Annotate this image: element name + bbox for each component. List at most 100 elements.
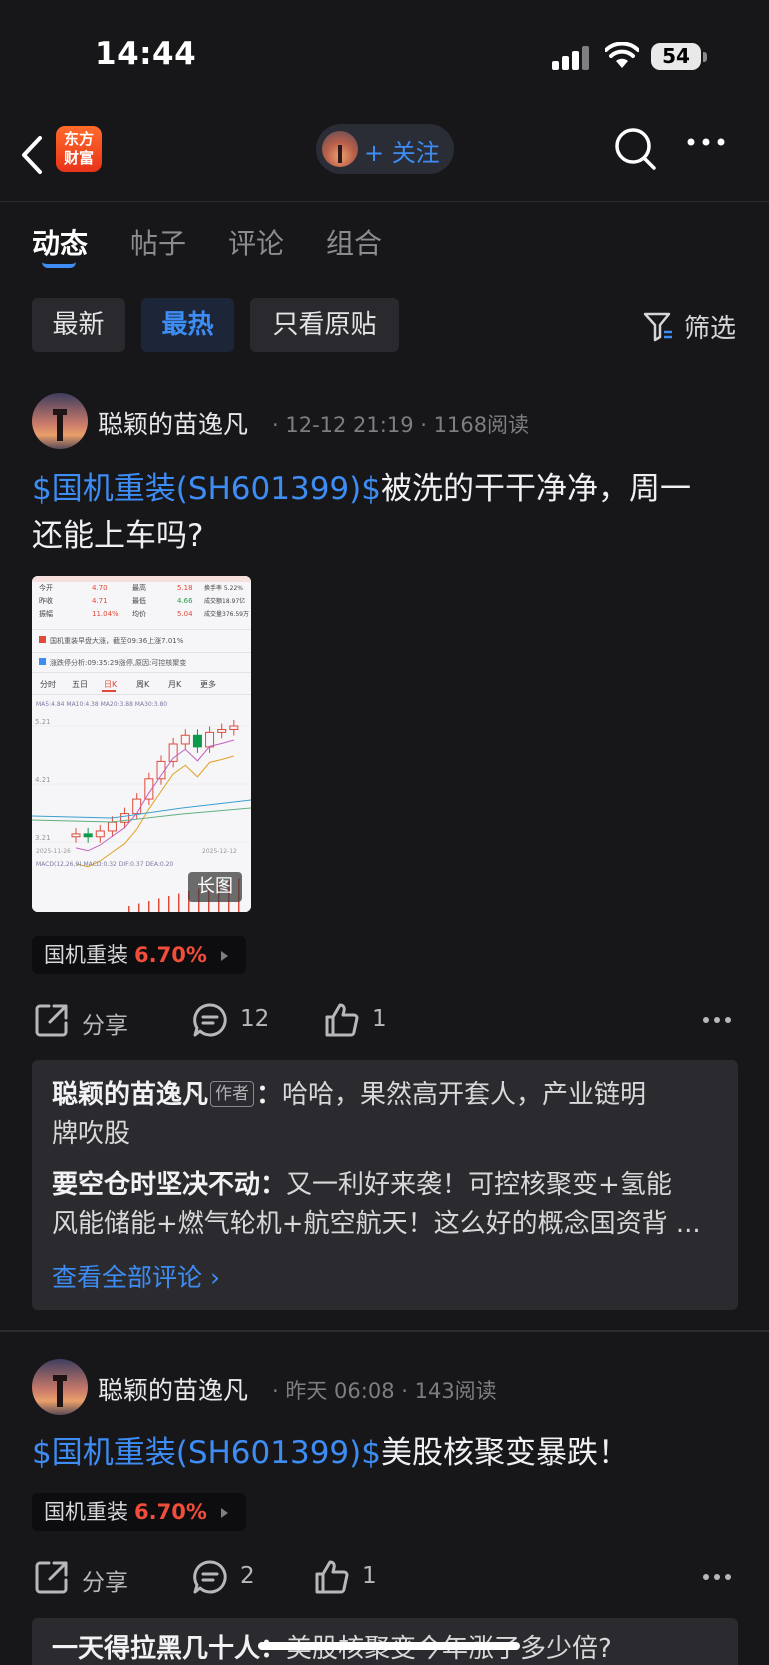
share-icon [35, 1561, 68, 1594]
macd-bar [148, 901, 150, 912]
post-text-line2: 还能上车吗? [32, 518, 204, 554]
post-author-avatar[interactable] [32, 1359, 88, 1415]
post-meta: · 昨天 06:08 · 143阅读 [272, 1379, 497, 1403]
wifi-icon [605, 42, 639, 68]
candle-body [205, 731, 215, 748]
post-actions: 分享 12 1 [0, 996, 769, 1044]
comment-author[interactable]: 一天得拉黑几十人 [52, 1634, 260, 1664]
status-time: 14:44 [95, 36, 197, 72]
home-indicator [258, 1642, 520, 1650]
thumbs-up-icon [325, 1003, 359, 1037]
period-tab: 分时 [40, 679, 56, 689]
stock-tag-link[interactable]: $国机重装(SH601399)$ [32, 471, 381, 507]
status-bar: 14:44 54 [0, 0, 769, 110]
post-body[interactable]: $国机重装(SH601399)$美股核聚变暴跌！ [32, 1430, 732, 1477]
macd-bar [178, 893, 180, 912]
comment-icon [193, 1560, 227, 1594]
comment-author[interactable]: 要空仓时坚决不动 [52, 1170, 260, 1200]
chip-hottest[interactable]: 最热 [141, 298, 234, 352]
quote-cell: 换手率 5.22% [204, 584, 243, 592]
macd-bar [128, 906, 130, 912]
thumbs-up-icon [315, 1560, 349, 1594]
comment-text-cont: 牌吹股 [52, 1119, 131, 1149]
more-icon[interactable] [702, 1016, 732, 1024]
stock-name: 国机重装 [44, 943, 128, 967]
back-icon[interactable] [16, 130, 50, 180]
cellular-signal-icon [552, 44, 592, 70]
comment-preview-box[interactable]: 聪颖的苗逸凡 作者 ：哈哈，果然高开套人，产业链明 牌吹股 要空仓时坚决不动：又一利… [32, 1060, 738, 1310]
post-image-thumbnail[interactable]: 今开 4.70 最高 5.18 换手率 5.22% 昨收 4.71 最低 4.66 成交额18.9… [32, 576, 251, 912]
quote-cell: 均价 [132, 609, 146, 618]
period-tab: 周K [136, 680, 150, 689]
date-left: 2025-11-26 [36, 848, 71, 855]
chip-latest[interactable]: 最新 [32, 298, 125, 352]
candle-body [132, 798, 142, 815]
chevron-right-icon [221, 1508, 228, 1518]
see-all-comments-link[interactable]: 查看全部评论 › [52, 1258, 220, 1294]
stock-chart-screenshot: 今开 4.70 最高 5.18 换手率 5.22% 昨收 4.71 最低 4.66 成交额18.9… [32, 576, 251, 912]
period-tab: 更多 [200, 679, 216, 689]
macd-line: MACD(12,26,9) MACD:0.32 DIF:0.37 DEA:0.2… [36, 861, 173, 868]
comment-text-cont: 风能储能+燃气轮机+航空航天！这么好的概念国资背 ... [52, 1209, 701, 1239]
quote-cell: 成交额18.97亿 [204, 597, 245, 605]
user-avatar [322, 131, 358, 167]
post-author-avatar[interactable] [32, 393, 88, 449]
quote-cell: 昨收 [39, 596, 53, 605]
comment-icon [193, 1003, 227, 1037]
battery-tip [703, 52, 707, 62]
comment-item[interactable]: 聪颖的苗逸凡 作者 ：哈哈，果然高开套人，产业链明 牌吹股 [52, 1076, 722, 1154]
logo-line2: 财富 [63, 149, 94, 167]
quote-cell: 4.71 [92, 597, 108, 605]
candle-body [229, 725, 239, 730]
post-actions: 分享 2 1 [0, 1553, 769, 1601]
comment-item[interactable]: 要空仓时坚决不动：又一利好来袭！可控核聚变+氢能 风能储能+燃气轮机+航空航天！… [52, 1166, 722, 1244]
ma-line: MA5:4.84 MA10:4.38 MA20:3.88 MA30:3.80 [36, 701, 167, 708]
post-reads: 143阅读 [414, 1379, 497, 1403]
stock-quote-chip[interactable]: 国机重装 6.70% [32, 936, 246, 974]
stock-quote-chip[interactable]: 国机重装 6.70% [32, 1493, 246, 1531]
candle-body [192, 734, 202, 748]
more-icon[interactable] [702, 1573, 732, 1581]
follow-label: + 关注 [364, 139, 440, 167]
period-tab: 日K [104, 680, 118, 689]
post-author-name[interactable]: 聪颖的苗逸凡 [98, 1371, 248, 1407]
tab-posts[interactable]: 帖子 [130, 222, 186, 262]
author-tag-badge: 作者 [210, 1081, 255, 1107]
nav-bar: 东方 财富 + 关注 [0, 110, 769, 202]
comment-text: 哈哈，果然高开套人，产业链明 [282, 1080, 647, 1110]
stock-change: 6.70% [134, 943, 207, 967]
tab-dynamic[interactable]: 动态 [32, 222, 88, 262]
more-icon[interactable] [686, 136, 726, 148]
like-count: 1 [372, 1006, 387, 1032]
post-reads: 1168阅读 [433, 413, 530, 437]
period-tab: 月K [168, 680, 182, 689]
quote-cell: 4.66 [177, 597, 193, 605]
candle-body [95, 830, 105, 838]
notice-2: 涨跌停分析:09:35:29涨停,原因:可控核聚变 [50, 658, 186, 667]
chip-original-only[interactable]: 只看原贴 [250, 298, 399, 352]
post-body[interactable]: $国机重装(SH601399)$被洗的干干净净，周一 还能上车吗? [32, 466, 732, 560]
notice-1: 国机重装早盘大涨，截至09:36上涨7.01% [50, 636, 184, 645]
follow-button[interactable]: + 关注 [316, 124, 454, 174]
tab-comments[interactable]: 评论 [228, 222, 284, 262]
like-count: 1 [362, 1563, 377, 1589]
logo-line1: 东方 [63, 130, 94, 148]
quote-cell: 最低 [132, 596, 146, 605]
stock-tag-link[interactable]: $国机重装(SH601399)$ [32, 1435, 381, 1471]
stock-change: 6.70% [134, 1500, 207, 1524]
quote-cell: 5.18 [177, 584, 193, 592]
tab-portfolio[interactable]: 组合 [326, 222, 382, 262]
search-icon[interactable] [612, 124, 660, 174]
filter-row: 最新 最热 只看原贴 筛选 [0, 296, 769, 352]
comment-author[interactable]: 聪颖的苗逸凡 [52, 1080, 208, 1110]
stock-name: 国机重装 [44, 1500, 128, 1524]
quote-cell: 5.04 [177, 610, 193, 618]
post-author-name[interactable]: 聪颖的苗逸凡 [98, 405, 248, 441]
macd-bar [138, 903, 140, 912]
post-text-line1: 被洗的干干净净，周一 [380, 471, 691, 507]
quote-cell: 4.70 [92, 584, 108, 592]
quote-cell: 振幅 [39, 609, 53, 618]
price-top: 5.21 [35, 718, 51, 726]
post-text-line1: 美股核聚变暴跌！ [380, 1435, 629, 1471]
eastmoney-logo[interactable]: 东方 财富 [56, 126, 102, 172]
